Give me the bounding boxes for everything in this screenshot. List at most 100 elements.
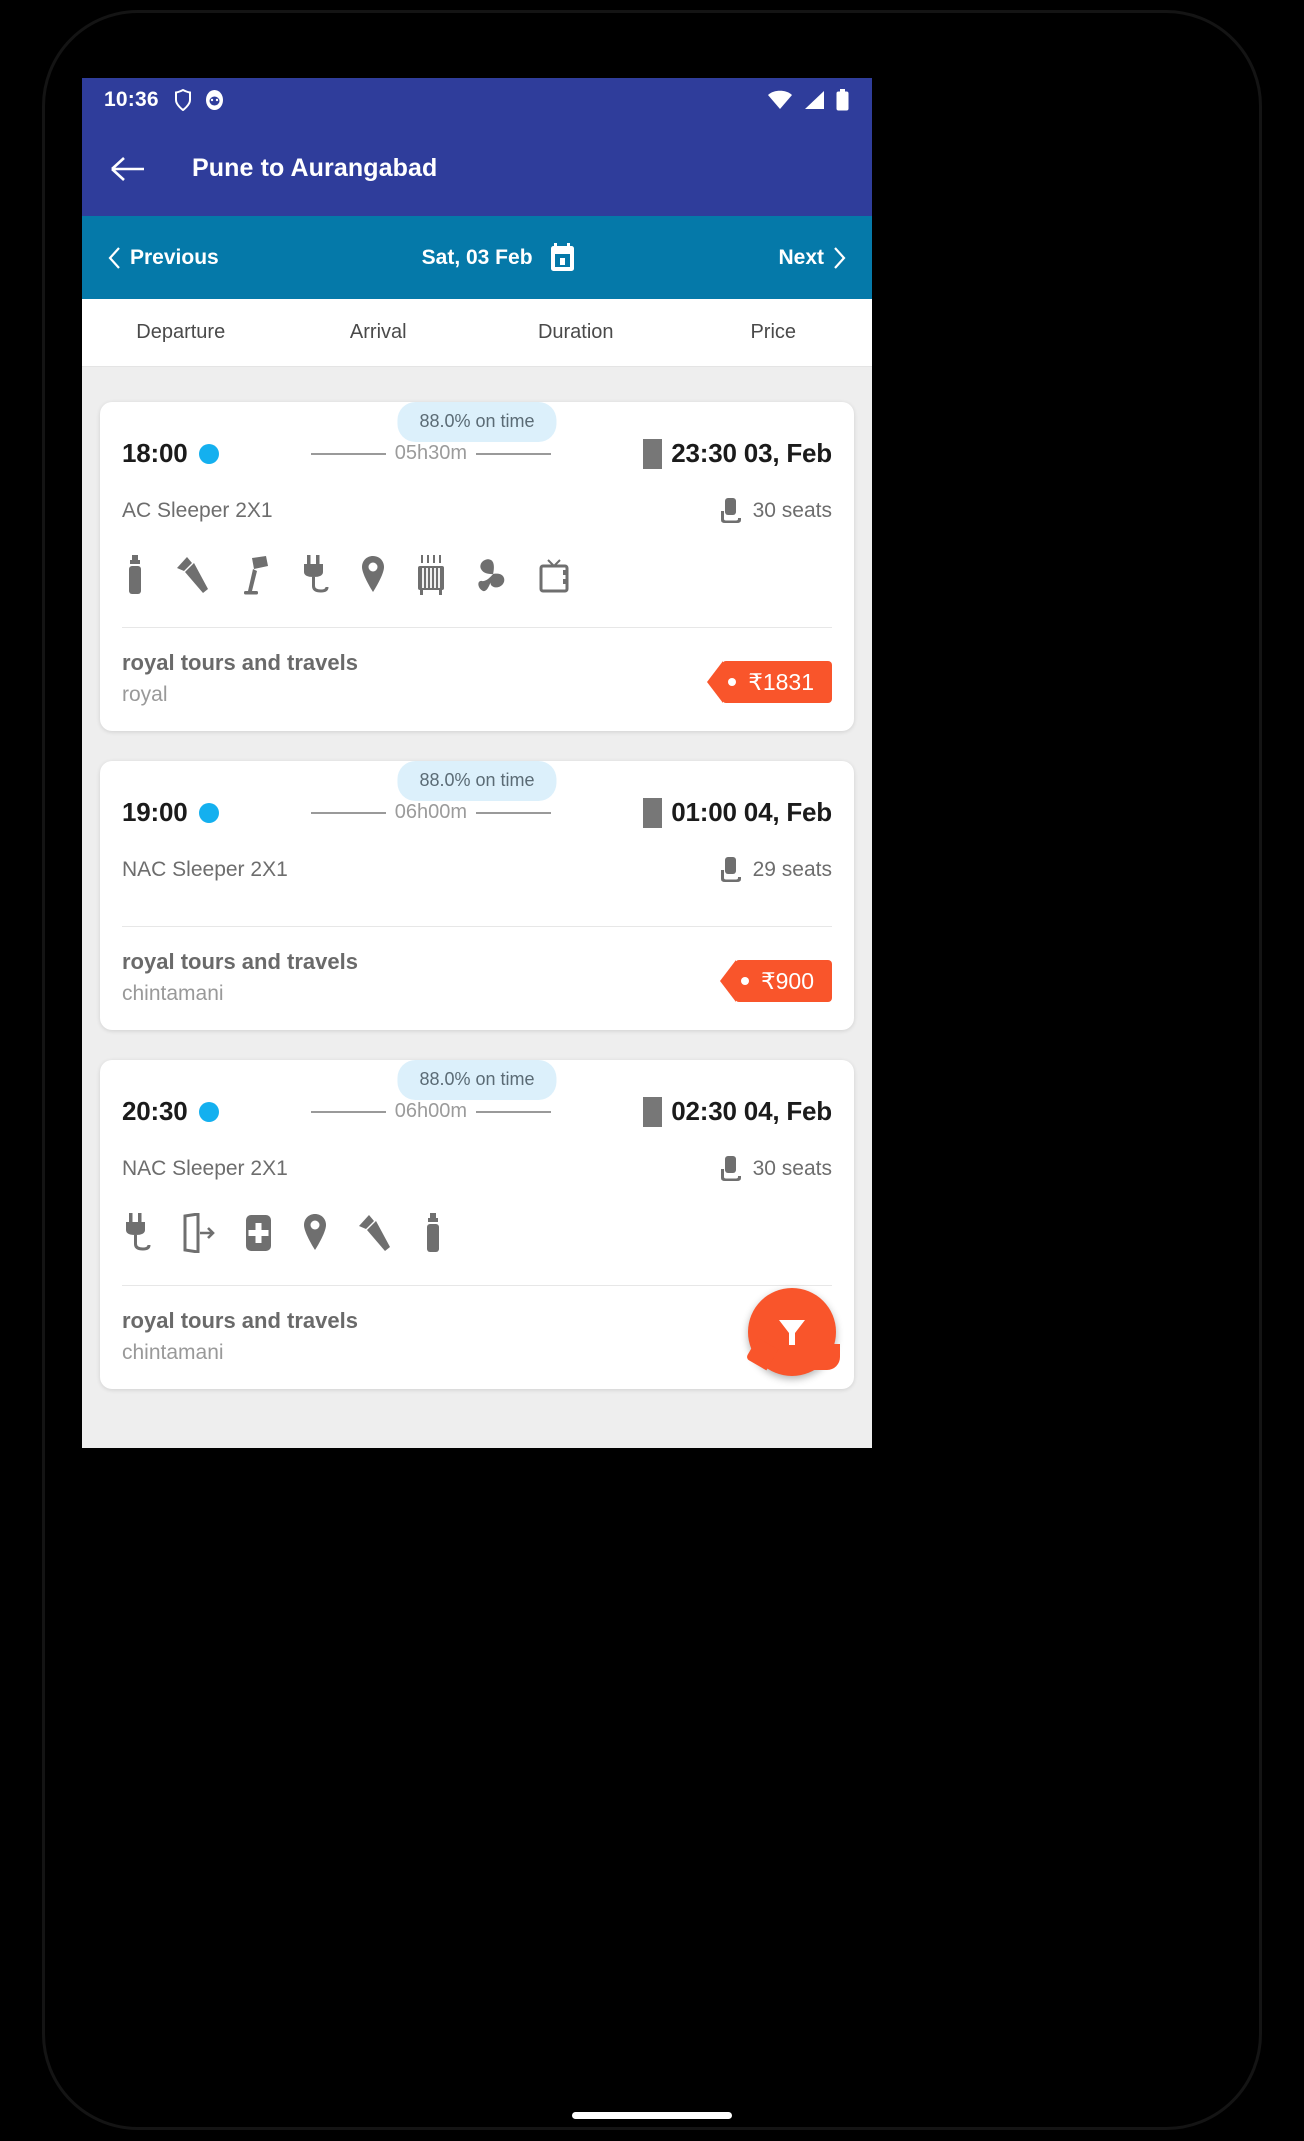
previous-day-label: Previous: [130, 245, 219, 269]
arrival-group: 01:00 04, Feb: [643, 797, 832, 828]
tv-icon: [539, 559, 569, 593]
price-tag-hole-icon: [728, 678, 737, 686]
bus-result-item: 88.0% on time 18:00 05h30m 23:30 03, Feb: [100, 402, 854, 731]
sort-by-departure[interactable]: Departure: [82, 321, 280, 344]
duration-line-right: [476, 1110, 552, 1113]
fab-notch-decoration: [814, 1344, 840, 1370]
seat-icon: [720, 1156, 741, 1181]
operator-row: royal tours and travels chintamani ₹900: [122, 949, 832, 1006]
reading-lamp-icon: [244, 556, 268, 595]
seat-icon: [720, 498, 741, 523]
blanket-heater-icon: [418, 555, 444, 595]
operator-sub-name: royal: [122, 683, 168, 706]
operator-sub-name: chintamani: [122, 1341, 224, 1364]
app-bar: Pune to Aurangabad: [82, 121, 872, 216]
next-day-button[interactable]: Next: [778, 246, 846, 270]
price-label: ₹1831: [748, 668, 814, 695]
arrival-group: 02:30 04, Feb: [643, 1096, 832, 1127]
operator-name: royal tours and travels: [122, 1308, 358, 1333]
sort-by-arrival[interactable]: Arrival: [280, 321, 478, 344]
operator-sub-name: chintamani: [122, 982, 224, 1005]
chevron-left-icon: [108, 246, 120, 269]
duration-group: 06h00m: [231, 801, 632, 824]
hammer-tools-icon: [177, 557, 208, 593]
departure-time: 19:00: [122, 797, 188, 827]
bus-info-row: NAC Sleeper 2X1 29 seats: [122, 856, 832, 884]
selected-date-label: Sat, 03 Feb: [421, 245, 533, 269]
duration-line-right: [476, 811, 552, 814]
operator-info: royal tours and travels chintamani: [122, 949, 358, 1006]
schedule-row: 20:30 06h00m 02:30 04, Feb: [122, 1096, 832, 1127]
duration-line-left: [310, 811, 386, 814]
arrival-group: 23:30 03, Feb: [643, 438, 832, 469]
status-badge: 88.0% on time: [397, 402, 557, 442]
operator-info: royal tours and travels chintamani: [122, 1308, 358, 1365]
sort-by-price[interactable]: Price: [675, 321, 873, 344]
seats-group: 30 seats: [717, 1155, 832, 1183]
filter-funnel-icon: [779, 1320, 805, 1345]
emergency-exit-icon: [183, 1213, 215, 1253]
bus-card[interactable]: 18:00 05h30m 23:30 03, Feb AC Sleeper 2X…: [100, 402, 854, 731]
status-bar: 10:36: [82, 78, 872, 121]
date-picker-button[interactable]: Sat, 03 Feb: [219, 243, 779, 272]
sort-bar: Departure Arrival Duration Price: [82, 299, 872, 367]
status-notification-icons: [173, 88, 225, 111]
app-badge-icon: [205, 89, 223, 110]
battery-icon: [836, 88, 849, 110]
price-tag-hole-icon: [740, 977, 749, 985]
sort-by-duration[interactable]: Duration: [477, 321, 675, 344]
available-seats-label: 30 seats: [752, 1157, 832, 1180]
price-tag[interactable]: ₹900: [719, 960, 832, 1002]
bus-type-label: NAC Sleeper 2X1: [122, 858, 288, 881]
departure-dot-icon: [198, 443, 219, 464]
location-pin-icon: [362, 556, 384, 592]
wifi-icon: [768, 90, 792, 109]
seats-group: 29 seats: [717, 856, 832, 884]
back-arrow-icon: [111, 156, 144, 181]
bus-results-list: 88.0% on time 18:00 05h30m 23:30 03, Feb: [82, 367, 872, 1389]
filter-fab-button[interactable]: [748, 1288, 840, 1376]
seats-group: 30 seats: [717, 497, 832, 525]
arrival-square-icon: [643, 797, 663, 828]
status-system-icons: [767, 88, 850, 111]
status-clock: 10:36: [104, 87, 159, 111]
page-title: Pune to Aurangabad: [192, 154, 438, 182]
duration-line-left: [310, 452, 386, 455]
operator-row: royal tours and travels royal ₹1831: [122, 650, 832, 707]
water-bottle-icon: [427, 1213, 439, 1252]
bus-result-item: 88.0% on time 20:30 06h00m 02:30 04, Feb: [100, 1060, 854, 1389]
bus-info-row: NAC Sleeper 2X1 30 seats: [122, 1155, 832, 1183]
available-seats-label: 29 seats: [752, 858, 832, 881]
next-day-label: Next: [778, 245, 824, 269]
bus-card[interactable]: 19:00 06h00m 01:00 04, Feb NAC Sleeper 2…: [100, 761, 854, 1030]
operator-name: royal tours and travels: [122, 650, 358, 675]
bus-card[interactable]: 20:30 06h00m 02:30 04, Feb NAC Sleeper 2…: [100, 1060, 854, 1389]
back-button[interactable]: [106, 147, 150, 191]
status-badge: 88.0% on time: [397, 1060, 557, 1100]
water-bottle-icon: [129, 555, 141, 594]
price-tag[interactable]: ₹1831: [707, 661, 832, 703]
cellular-signal-icon: [805, 90, 824, 109]
schedule-row: 18:00 05h30m 23:30 03, Feb: [122, 438, 832, 469]
charging-plug-icon: [304, 555, 329, 593]
duration-label: 06h00m: [394, 1100, 468, 1122]
card-divider: [122, 926, 832, 927]
duration-line-left: [310, 1110, 386, 1113]
first-aid-kit-icon: [246, 1215, 271, 1251]
bus-info-row: AC Sleeper 2X1 30 seats: [122, 497, 832, 525]
fan-icon: [478, 559, 505, 592]
bus-type-label: NAC Sleeper 2X1: [122, 1157, 288, 1180]
operator-info: royal tours and travels royal: [122, 650, 358, 707]
duration-group: 06h00m: [231, 1100, 632, 1123]
previous-day-button[interactable]: Previous: [108, 246, 219, 270]
charging-plug-icon: [126, 1213, 151, 1251]
bus-type-label: AC Sleeper 2X1: [122, 499, 273, 522]
calendar-icon: [550, 243, 574, 271]
arrival-square-icon: [643, 1096, 663, 1127]
schedule-row: 19:00 06h00m 01:00 04, Feb: [122, 797, 832, 828]
arrival-time: 01:00 04, Feb: [671, 797, 832, 827]
duration-label: 05h30m: [394, 442, 468, 464]
departure-dot-icon: [198, 802, 219, 823]
shield-icon: [174, 88, 191, 111]
arrival-time: 23:30 03, Feb: [671, 438, 832, 468]
